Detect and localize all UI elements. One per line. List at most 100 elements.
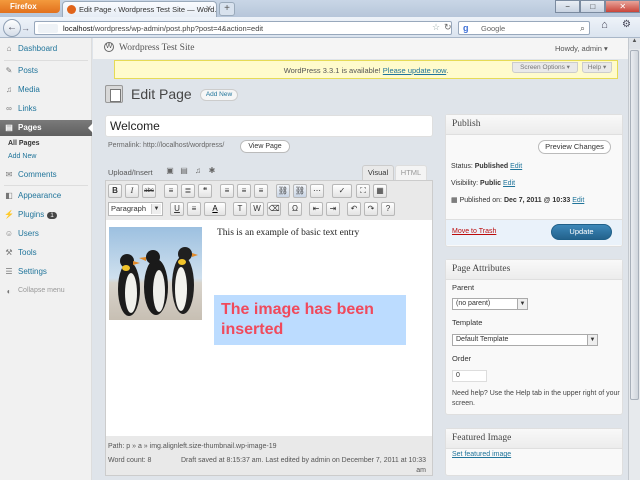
search-input[interactable]: g Google ⌕ [458,21,590,35]
tab-close-icon[interactable]: ✕ [205,4,212,13]
undo-button[interactable]: ↶ [347,202,361,216]
add-audio-icon[interactable]: ♫ [193,166,203,176]
view-page-button[interactable]: View Page [240,140,290,153]
text-color-button[interactable]: A [204,202,226,216]
date-edit-link[interactable]: Edit [572,197,584,204]
page-attributes-title: Page Attributes [446,260,622,280]
preview-changes-button[interactable]: Preview Changes [538,140,611,154]
menu-item-comments[interactable]: ✉ Comments [0,167,92,183]
menu-item-dashboard[interactable]: ⌂ Dashboard [0,41,92,57]
visibility-edit-link[interactable]: Edit [503,180,515,187]
menu-label: Media [18,85,40,94]
indent-button[interactable]: ⇥ [326,202,340,216]
align-left-button[interactable]: ≡ [220,184,234,198]
justify-button[interactable]: ≡ [187,202,201,216]
order-input[interactable]: 0 [452,370,487,382]
menu-item-appearance[interactable]: ◧ Appearance [0,188,92,204]
numbered-list-button[interactable]: ≣ [181,184,195,198]
published-on-label: Published on: [459,197,504,204]
template-select[interactable]: Default Template ▼ [452,334,598,346]
search-icon[interactable]: ⌕ [580,23,585,34]
menu-label: Links [18,104,37,113]
fullscreen-button[interactable]: ⛶ [356,184,370,198]
strikethrough-button[interactable]: abc [142,184,156,198]
unlink-button[interactable]: ⛓ [293,184,307,198]
paste-text-button[interactable]: T [233,202,247,216]
menu-item-links[interactable]: ∞ Links [0,101,92,117]
scrollbar-thumb[interactable] [630,50,639,400]
status-edit-link[interactable]: Edit [510,163,522,170]
back-button[interactable]: ← [3,19,21,37]
publish-box-title: Publish [446,115,622,135]
order-label: Order [452,354,472,363]
editor-path: Path: p » a » img.alignleft.size-thumbna… [108,443,277,450]
firefox-menu-button[interactable]: Firefox [0,0,60,13]
format-select-value: Paragraph [111,204,147,213]
home-button[interactable]: ⌂ [596,19,613,36]
bold-button[interactable]: B [108,184,122,198]
align-right-button[interactable]: ≡ [254,184,268,198]
scroll-up-icon[interactable]: ▲ [629,38,640,49]
add-new-button[interactable]: Add New [200,89,238,101]
upload-insert-label: Upload/Insert [108,168,153,177]
plugins-icon: ⚡ [4,210,14,219]
post-title-input[interactable]: Welcome [105,115,433,137]
remove-format-button[interactable]: ⌫ [267,202,281,216]
tools-icon[interactable]: ⚙ [617,19,636,36]
add-media-icon[interactable]: ✱ [207,166,217,176]
tab-visual[interactable]: Visual [362,165,394,180]
kitchen-sink-button[interactable]: ▦ [373,184,387,198]
submenu-all-pages[interactable]: All Pages [8,140,40,147]
bullet-list-button[interactable]: ≡ [164,184,178,198]
maximize-button[interactable]: □ [580,0,606,13]
paste-word-button[interactable]: W [250,202,264,216]
bookmark-star-icon[interactable]: ☆ [432,22,440,33]
site-name[interactable]: Wordpress Test Site [119,43,194,53]
format-select[interactable]: Paragraph ▼ [108,202,163,216]
align-center-button[interactable]: ≡ [237,184,251,198]
menu-item-media[interactable]: ♫ Media [0,82,92,98]
browser-tab[interactable]: Edit Page ‹ Wordpress Test Site — Word..… [62,1,217,17]
special-character-button[interactable]: Ω [288,202,302,216]
forward-button[interactable]: → [21,22,33,34]
redo-button[interactable]: ↷ [364,202,378,216]
editor-help-button[interactable]: ? [381,202,395,216]
move-to-trash-link[interactable]: Move to Trash [452,228,496,235]
window-controls: − □ ✕ [555,0,640,14]
add-image-icon[interactable]: ▣ [165,166,175,176]
reload-icon[interactable]: ↻ [444,22,452,33]
menu-item-tools[interactable]: ⚒ Tools [0,245,92,261]
menu-item-settings[interactable]: ☰ Settings [0,264,92,280]
parent-select[interactable]: (no parent) ▼ [452,298,528,310]
add-video-icon[interactable]: ▤ [179,166,189,176]
update-now-link[interactable]: Please update now [383,66,446,75]
minimize-button[interactable]: − [555,0,581,13]
spellcheck-button[interactable]: ✓ [332,184,352,198]
submenu-add-new[interactable]: Add New [8,153,36,160]
close-window-button[interactable]: ✕ [605,0,640,13]
new-tab-button[interactable]: + [219,2,235,16]
insert-more-button[interactable]: ⋯ [310,184,324,198]
vertical-scrollbar[interactable]: ▲ [628,38,640,480]
menu-item-posts[interactable]: ✎ Posts [0,63,92,79]
screen-options-button[interactable]: Screen Options ▾ [512,62,578,73]
blockquote-button[interactable]: ❝ [198,184,212,198]
publish-date-row: ▦ Published on: Dec 7, 2011 @ 10:33 Edit [451,196,584,204]
update-button[interactable]: Update [551,224,612,240]
site-identity-icon[interactable] [38,24,58,33]
template-select-value: Default Template [456,336,509,343]
insert-link-button[interactable]: ⛓ [276,184,290,198]
penguins-image[interactable] [109,227,202,320]
set-featured-image-link[interactable]: Set featured image [452,451,511,458]
underline-button[interactable]: U [170,202,184,216]
italic-button[interactable]: I [125,184,139,198]
howdy-menu[interactable]: Howdy, admin ▾ [555,44,608,53]
help-button[interactable]: Help ▾ [582,62,612,73]
collapse-menu[interactable]: ◐ Collapse menu [0,284,92,300]
menu-item-plugins[interactable]: ⚡ Plugins 1 [0,207,92,223]
url-bar[interactable]: localhost/wordpress/wp-admin/post.php?po… [34,21,452,35]
menu-item-users[interactable]: ☺ Users [0,226,92,242]
menu-item-pages[interactable]: ▤ Pages [0,120,93,136]
outdent-button[interactable]: ⇤ [309,202,323,216]
tab-html[interactable]: HTML [395,165,427,180]
